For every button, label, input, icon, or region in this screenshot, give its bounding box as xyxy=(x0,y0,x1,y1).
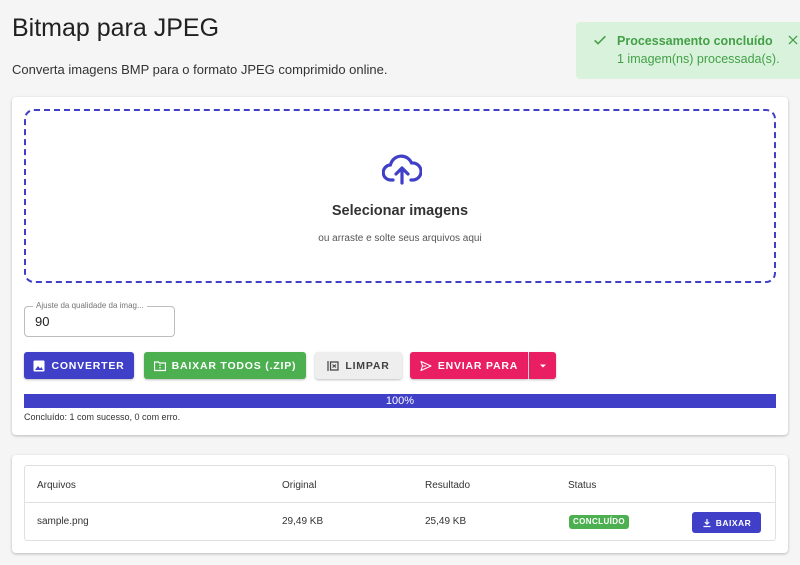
toast-title: Processamento concluído xyxy=(617,34,773,48)
results-table: Arquivos Original Resultado Status sampl… xyxy=(24,465,776,541)
image-icon xyxy=(33,360,45,371)
download-label: BAIXAR xyxy=(715,517,752,528)
table-header: Arquivos Original Resultado Status xyxy=(25,466,775,503)
page-title: Bitmap para JPEG xyxy=(12,14,220,42)
header-result: Resultado xyxy=(425,480,471,491)
cloud-upload-icon xyxy=(382,154,422,185)
send-icon xyxy=(420,360,432,371)
download-all-button[interactable]: BAIXAR TODOS (.ZIP) xyxy=(144,352,306,379)
quality-field[interactable]: Ajuste da qualidade da imag... xyxy=(24,301,175,337)
send-to-menu-button[interactable] xyxy=(529,352,556,379)
results-card: Arquivos Original Resultado Status sampl… xyxy=(12,455,788,553)
download-all-label: BAIXAR TODOS (.ZIP) xyxy=(171,359,297,372)
upload-card: Selecionar imagens ou arraste e solte se… xyxy=(12,97,788,435)
original-size: 29,49 KB xyxy=(282,516,324,527)
dropzone-title: Selecionar imagens xyxy=(331,203,469,219)
quality-label: Ajuste da qualidade da imag... xyxy=(33,301,147,310)
toast-message: 1 imagem(ns) processada(s). xyxy=(617,52,780,66)
chevron-down-icon xyxy=(539,364,546,367)
table-row: sample.png 29,49 KB 25,49 KB CONCLUÍDO B… xyxy=(25,503,775,541)
send-to-label: ENVIAR PARA xyxy=(437,359,519,372)
status-badge: CONCLUÍDO xyxy=(569,515,630,529)
result-size: 25,49 KB xyxy=(425,516,467,527)
header-status: Status xyxy=(568,480,597,491)
progress-bar: 100% xyxy=(24,394,776,408)
clear-label: LIMPAR xyxy=(345,359,390,372)
folder-zip-icon xyxy=(153,360,166,371)
dropzone-subtitle: ou arraste e solte seus arquivos aqui xyxy=(318,233,482,244)
quality-input[interactable] xyxy=(35,314,155,329)
page-subtitle: Converta imagens BMP para o formato JPEG… xyxy=(12,62,388,77)
convert-label: CONVERTER xyxy=(51,359,125,372)
download-icon xyxy=(703,518,711,527)
progress-status: Concluído: 1 com sucesso, 0 com erro. xyxy=(24,412,181,422)
header-files: Arquivos xyxy=(37,480,76,491)
clear-icon xyxy=(327,360,339,371)
file-dropzone[interactable]: Selecionar imagens ou arraste e solte se… xyxy=(24,109,776,283)
check-icon xyxy=(594,35,606,45)
convert-button[interactable]: CONVERTER xyxy=(24,352,134,379)
close-icon[interactable] xyxy=(786,33,800,47)
file-name: sample.png xyxy=(37,516,89,527)
header-original: Original xyxy=(282,480,317,491)
success-toast: Processamento concluído 1 imagem(ns) pro… xyxy=(576,22,800,79)
send-to-button[interactable]: ENVIAR PARA xyxy=(410,352,528,379)
progress-label: 100% xyxy=(385,395,415,407)
clear-button[interactable]: LIMPAR xyxy=(315,352,402,379)
download-button[interactable]: BAIXAR xyxy=(692,512,761,533)
